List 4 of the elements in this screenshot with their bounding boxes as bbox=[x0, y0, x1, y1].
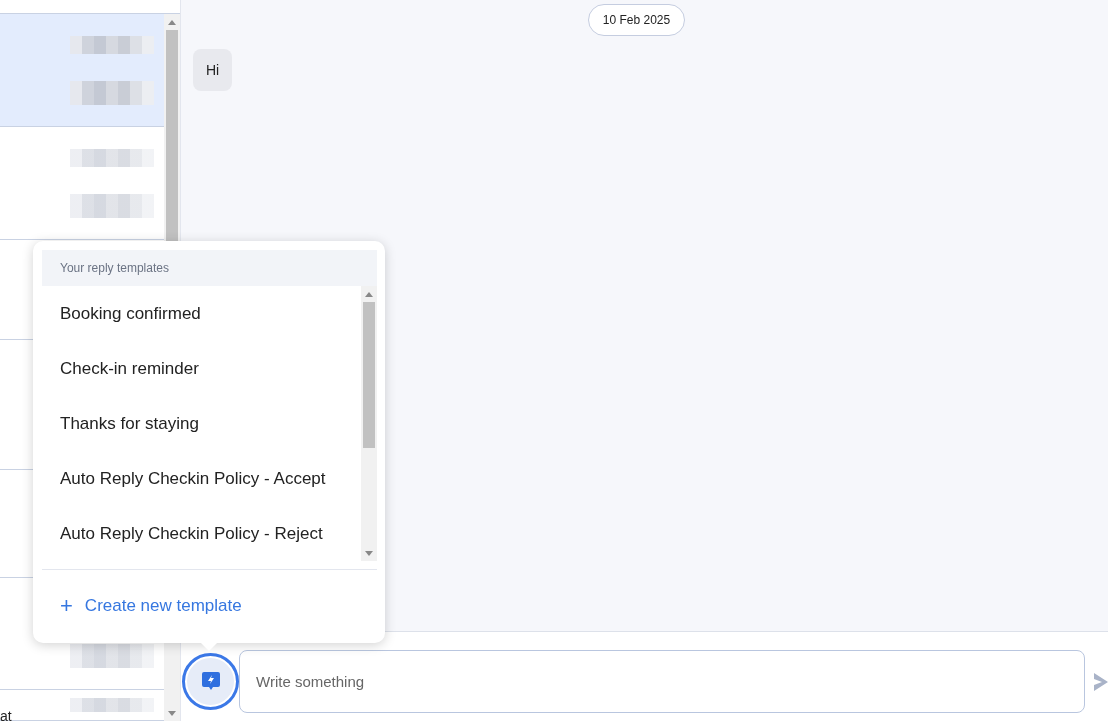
date-chip: 10 Feb 2025 bbox=[587, 4, 686, 36]
message-bubble: Hi bbox=[193, 49, 233, 91]
conversation-snippet: at bbox=[0, 708, 12, 721]
popover-title: Your reply templates bbox=[42, 250, 377, 286]
